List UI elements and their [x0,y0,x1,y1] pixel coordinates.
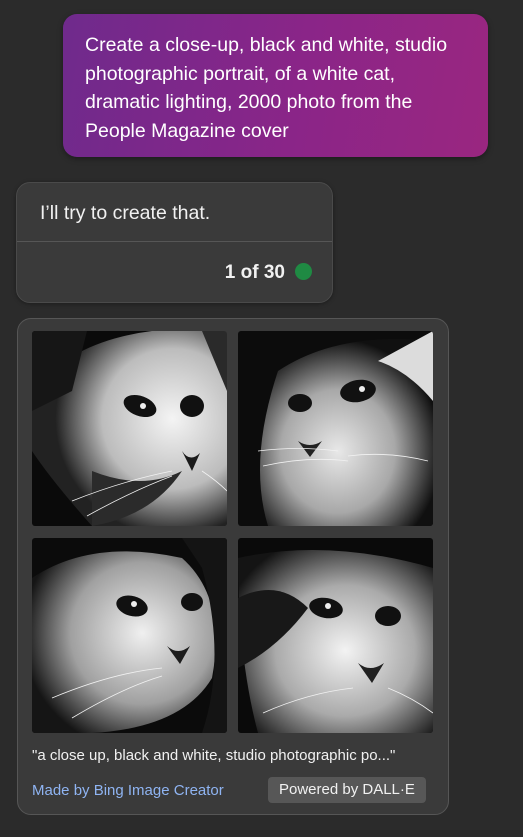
bot-message-bubble: I’ll try to create that. 1 of 30 [16,182,333,303]
response-counter: 1 of 30 [224,262,285,283]
cat-portrait-icon [32,331,227,526]
user-message-line: People Magazine cover [85,119,289,142]
generated-image-1[interactable] [32,331,227,526]
image-creator-card: "a close up, black and white, studio pho… [17,318,449,815]
cat-portrait-icon [238,538,433,733]
user-message-line: photographic portrait, of a white cat, [85,62,396,85]
powered-by-badge: Powered by DALL·E [268,777,426,803]
status-dot-icon [295,263,312,280]
cat-portrait-icon [32,538,227,733]
user-message-line: dramatic lighting, 2000 photo from the [85,91,413,113]
image-caption: "a close up, black and white, studio pho… [32,747,396,764]
cat-portrait-icon [238,331,433,526]
user-message-bubble: Create a close-up, black and white, stud… [63,14,488,157]
generated-image-4[interactable] [238,538,433,733]
generated-image-3[interactable] [32,538,227,733]
user-message-line: Create a close-up, black and white, stud… [85,34,448,56]
bot-message-text: I’ll try to create that. [40,202,211,224]
bing-image-creator-link[interactable]: Made by Bing Image Creator [32,782,224,799]
generated-image-2[interactable] [238,331,433,526]
bot-message-divider [17,241,332,242]
